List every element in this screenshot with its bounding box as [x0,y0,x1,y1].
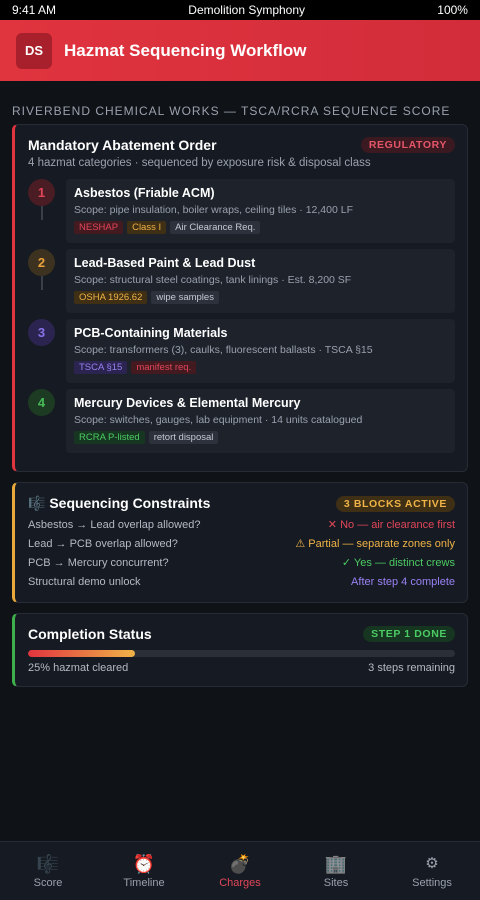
status-battery: 100% [437,3,468,17]
nav-charges[interactable]: 💣 Charges [192,842,288,900]
step-title: Asbestos (Friable ACM) [74,186,215,200]
nav-settings[interactable]: ⚙ Settings [384,842,480,900]
step-connector [41,276,43,290]
tag: manifest req. [131,361,197,374]
nav-label: Score [33,876,63,889]
status-bar: 9:41 AM Demolition Symphony 100% [0,0,480,20]
constraint-answer: ⚠ Partial — separate zones only [295,538,455,550]
completion-card: Completion Status STEP 1 DONE 25% hazmat… [12,613,468,687]
bomb-icon: 💣 [228,853,252,874]
constraint-row: Asbestos → Lead overlap allowed? ✕ No — … [28,518,455,533]
step-scope: Scope: switches, gauges, lab equipment ·… [74,414,363,426]
status-title: Demolition Symphony [188,3,306,17]
tag: Class I [127,221,167,234]
card-title: Mandatory Abatement Order [28,137,217,153]
constraint-question: PCB → Mercury concurrent? [28,557,169,569]
score-icon: 🎼 [36,853,60,874]
tag: OSHA 1926.62 [74,291,148,304]
constraint-row: Lead → PCB overlap allowed? ⚠ Partial — … [28,537,455,552]
bottom-nav: 🎼 Score ⏰ Timeline 💣 Charges 🏢 Sites ⚙ S… [0,841,480,900]
progress-fill [28,650,135,657]
step-number: 3 [28,319,55,346]
nav-label: Settings [412,876,452,889]
step-pcb[interactable]: 3 PCB-Containing Materials Scope: transf… [28,319,455,383]
section-label: RIVERBEND CHEMICAL WORKS — TSCA/RCRA SEQ… [12,104,451,118]
status-time: 9:41 AM [12,3,57,17]
progress-bar [28,650,455,657]
step-connector [41,206,43,220]
constraint-answer: ✓ Yes — distinct crews [341,557,455,569]
tag: wipe samples [151,291,219,304]
step-scope: Scope: pipe insulation, boiler wraps, ce… [74,204,353,216]
gear-icon: ⚙ [425,854,439,872]
score-icon: 🎼 [28,495,46,511]
step-lead[interactable]: 2 Lead-Based Paint & Lead Dust Scope: st… [28,249,455,313]
constraints-card: 🎼 Sequencing Constraints 3 BLOCKS ACTIVE… [12,482,468,603]
step-title: Lead-Based Paint & Lead Dust [74,256,256,270]
tag: TSCA §15 [74,361,128,374]
step-title: PCB-Containing Materials [74,326,228,340]
nav-sites[interactable]: 🏢 Sites [288,842,384,900]
card-title: 🎼 Sequencing Constraints [28,495,210,512]
constraint-row: Structural demo unlock After step 4 comp… [28,575,455,590]
blocks-badge: 3 BLOCKS ACTIVE [335,495,455,512]
abatement-order-card: Mandatory Abatement Order REGULATORY 4 h… [12,124,468,472]
card-title: Completion Status [28,626,152,642]
progress-label: 25% hazmat cleared [28,662,129,674]
constraint-question: Structural demo unlock [28,576,141,588]
step-number: 4 [28,389,55,416]
step-title: Mercury Devices & Elemental Mercury [74,396,301,410]
constraint-question: Asbestos → Lead overlap allowed? [28,519,201,531]
constraint-question: Lead → PCB overlap allowed? [28,538,178,550]
nav-timeline[interactable]: ⏰ Timeline [96,842,192,900]
card-title-text: Sequencing Constraints [49,495,211,511]
app-header: DS Hazmat Sequencing Workflow [0,20,480,81]
tag: RCRA P-listed [74,431,145,444]
step-number: 1 [28,179,55,206]
building-icon: 🏢 [324,853,348,874]
step-done-badge: STEP 1 DONE [363,626,455,642]
avatar[interactable]: DS [16,32,52,69]
step-scope: Scope: transformers (3), caulks, fluores… [74,344,373,356]
constraint-row: PCB → Mercury concurrent? ✓ Yes — distin… [28,556,455,571]
step-number: 2 [28,249,55,276]
step-mercury[interactable]: 4 Mercury Devices & Elemental Mercury Sc… [28,389,455,453]
nav-label: Charges [219,876,261,889]
page-title: Hazmat Sequencing Workflow [64,40,307,60]
tag: Air Clearance Req. [170,221,261,234]
remaining-label: 3 steps remaining [368,662,455,674]
nav-label: Sites [323,876,349,889]
step-asbestos[interactable]: 1 Asbestos (Friable ACM) Scope: pipe ins… [28,179,455,243]
tag: NESHAP [74,221,124,234]
nav-label: Timeline [123,876,165,889]
alarm-clock-icon: ⏰ [132,853,156,874]
step-scope: Scope: structural steel coatings, tank l… [74,274,352,286]
regulatory-badge: REGULATORY [360,137,455,153]
nav-score[interactable]: 🎼 Score [0,842,96,900]
constraint-answer: ✕ No — air clearance first [327,519,455,531]
tag: retort disposal [148,431,219,444]
constraint-answer: After step 4 complete [351,576,455,588]
card-subtitle: 4 hazmat categories · sequenced by expos… [28,157,371,169]
